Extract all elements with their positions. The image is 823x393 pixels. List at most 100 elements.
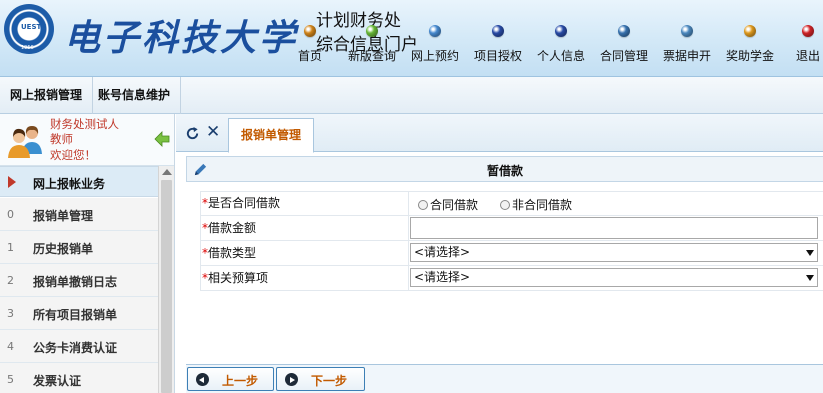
form-row-type: *借款类型 <请选择> — [200, 241, 823, 266]
next-step-button[interactable]: 下一步 — [276, 367, 365, 391]
user-role: 教师 — [50, 132, 73, 146]
university-seal-logo: UESTC 1956 — [4, 4, 54, 54]
scrollbar-thumb[interactable] — [161, 180, 172, 393]
close-icon[interactable]: ✕ — [206, 123, 220, 141]
radio-contract-loan[interactable]: 合同借款 — [418, 196, 478, 213]
form-title: 暂借款 — [486, 164, 523, 178]
nav-invoice-apply[interactable]: 票据申开 — [663, 25, 711, 69]
field-label: *借款金额 — [200, 216, 409, 240]
nav-logout[interactable]: 退出 — [796, 25, 820, 69]
nav-dot-icon — [555, 25, 567, 37]
nav-home[interactable]: 首页 — [298, 25, 322, 69]
seal-text: UESTC — [21, 23, 47, 31]
form-row-amount: *借款金额 — [200, 216, 823, 241]
menu-index: 0 — [7, 208, 14, 221]
sidebar-item-card-auth[interactable]: 4 公务卡消费认证 — [0, 330, 158, 363]
nav-label: 项目授权 — [474, 49, 523, 63]
left-sidebar: 财务处测试人 教师 欢迎您！ 网上报帐业务 0 报销单管理 1 历史报销单 2 … — [0, 114, 175, 393]
menu-index: 5 — [7, 373, 14, 386]
menu-label: 历史报销单 — [33, 242, 94, 256]
sidebar-item-invoice-auth[interactable]: 5 发票认证 — [0, 363, 158, 393]
nav-dot-icon — [304, 25, 316, 37]
field-label: *是否合同借款 — [200, 191, 409, 215]
menu-index: 4 — [7, 340, 14, 353]
type-field-cell: <请选择> — [410, 241, 823, 265]
loan-type-select[interactable]: <请选择> — [410, 243, 818, 262]
arrow-left-circle-icon — [196, 373, 209, 386]
module-tab-bar: 网上报销管理 账号信息维护 — [0, 76, 823, 114]
form-row-contract: *是否合同借款 合同借款 非合同借款 — [200, 191, 823, 216]
dropdown-arrow-icon — [806, 250, 814, 256]
contract-label: 是否合同借款 — [208, 196, 281, 210]
menu-label: 发票认证 — [33, 374, 82, 388]
nav-dot-icon — [492, 25, 504, 37]
nav-label: 首页 — [298, 49, 323, 63]
nav-new-query[interactable]: 新版查询 — [348, 25, 396, 69]
menu-label: 报销单撤销日志 — [33, 275, 118, 289]
arrow-right-circle-icon — [285, 373, 298, 386]
prev-step-button[interactable]: 上一步 — [187, 367, 274, 391]
amount-field-cell — [410, 216, 823, 240]
nav-project-auth[interactable]: 项目授权 — [474, 25, 522, 69]
menu-index: 1 — [7, 241, 14, 254]
sidebar-item-reimbursement-mgmt[interactable]: 0 报销单管理 — [0, 198, 158, 231]
radio-label: 非合同借款 — [512, 198, 573, 212]
form-footer-bar: 上一步 下一步 — [186, 364, 823, 393]
form-row-budget: *相关预算项 <请选择> — [200, 266, 823, 291]
nav-dot-icon — [429, 25, 441, 37]
nav-dot-icon — [618, 25, 630, 37]
nav-label: 个人信息 — [537, 49, 586, 63]
menu-group-label: 网上报帐业务 — [33, 177, 106, 191]
content-tab-strip: ✕ 报销单管理 — [176, 114, 823, 153]
sidebar-item-all-projects[interactable]: 3 所有项目报销单 — [0, 297, 158, 330]
nav-label: 退出 — [796, 49, 821, 63]
tab-account-info[interactable]: 账号信息维护 — [88, 77, 182, 114]
budget-item-select[interactable]: <请选择> — [410, 268, 818, 287]
menu-group-header[interactable]: 网上报帐业务 — [0, 166, 158, 197]
dropdown-arrow-icon — [806, 275, 814, 281]
menu-label: 报销单管理 — [33, 209, 94, 223]
users-avatar-icon — [8, 126, 42, 158]
radio-circle-icon — [500, 200, 510, 210]
nav-contract-mgmt[interactable]: 合同管理 — [600, 25, 648, 69]
nav-online-booking[interactable]: 网上预约 — [411, 25, 459, 69]
scroll-up-icon[interactable] — [162, 169, 172, 175]
nav-label: 网上预约 — [411, 49, 460, 63]
welcome-text: 欢迎您！ — [50, 148, 96, 162]
next-step-label: 下一步 — [311, 374, 348, 388]
nav-dot-icon — [681, 25, 693, 37]
nav-dot-icon — [802, 25, 814, 37]
sidebar-scrollbar[interactable] — [158, 166, 174, 393]
tab-reimbursement-mgmt[interactable]: 报销单管理 — [228, 118, 315, 153]
select-value: <请选择> — [414, 270, 471, 284]
field-label: *借款类型 — [200, 241, 409, 265]
university-name: 电子科技大学 — [64, 17, 299, 59]
menu-index: 2 — [7, 274, 14, 287]
collapse-arrow-icon[interactable] — [154, 131, 170, 147]
nav-label: 票据申开 — [663, 49, 712, 63]
select-value: <请选择> — [414, 245, 471, 259]
tab-online-reimbursement[interactable]: 网上报销管理 — [0, 77, 94, 114]
nav-personal-info[interactable]: 个人信息 — [537, 25, 585, 69]
nav-scholarship[interactable]: 奖助学金 — [726, 25, 774, 69]
budget-label: 相关预算项 — [208, 271, 269, 285]
radio-non-contract-loan[interactable]: 非合同借款 — [500, 196, 572, 213]
field-label: *相关预算项 — [200, 266, 409, 290]
menu-label: 所有项目报销单 — [33, 308, 118, 322]
main-content: ✕ 报销单管理 暂借款 *是否合同借款 合同借款 非合同借款 *借款金额 *借款… — [176, 114, 823, 393]
type-label: 借款类型 — [208, 246, 257, 260]
refresh-icon[interactable] — [185, 126, 200, 141]
header-banner: UESTC 1956 电子科技大学 计划财务处 综合信息门户 首页 新版查询 网… — [0, 0, 823, 76]
arrow-right-icon — [8, 176, 16, 188]
nav-label: 奖助学金 — [726, 49, 775, 63]
nav-dot-icon — [744, 25, 756, 37]
amount-label: 借款金额 — [208, 221, 257, 235]
user-info-box: 财务处测试人 教师 欢迎您！ — [0, 114, 174, 166]
menu-label: 公务卡消费认证 — [33, 341, 118, 355]
menu-index: 3 — [7, 307, 14, 320]
user-name: 财务处测试人 — [50, 117, 119, 131]
sidebar-item-revoke-log[interactable]: 2 报销单撤销日志 — [0, 264, 158, 297]
sidebar-item-history[interactable]: 1 历史报销单 — [0, 231, 158, 264]
amount-input[interactable] — [410, 217, 818, 239]
prev-step-label: 上一步 — [222, 374, 259, 388]
